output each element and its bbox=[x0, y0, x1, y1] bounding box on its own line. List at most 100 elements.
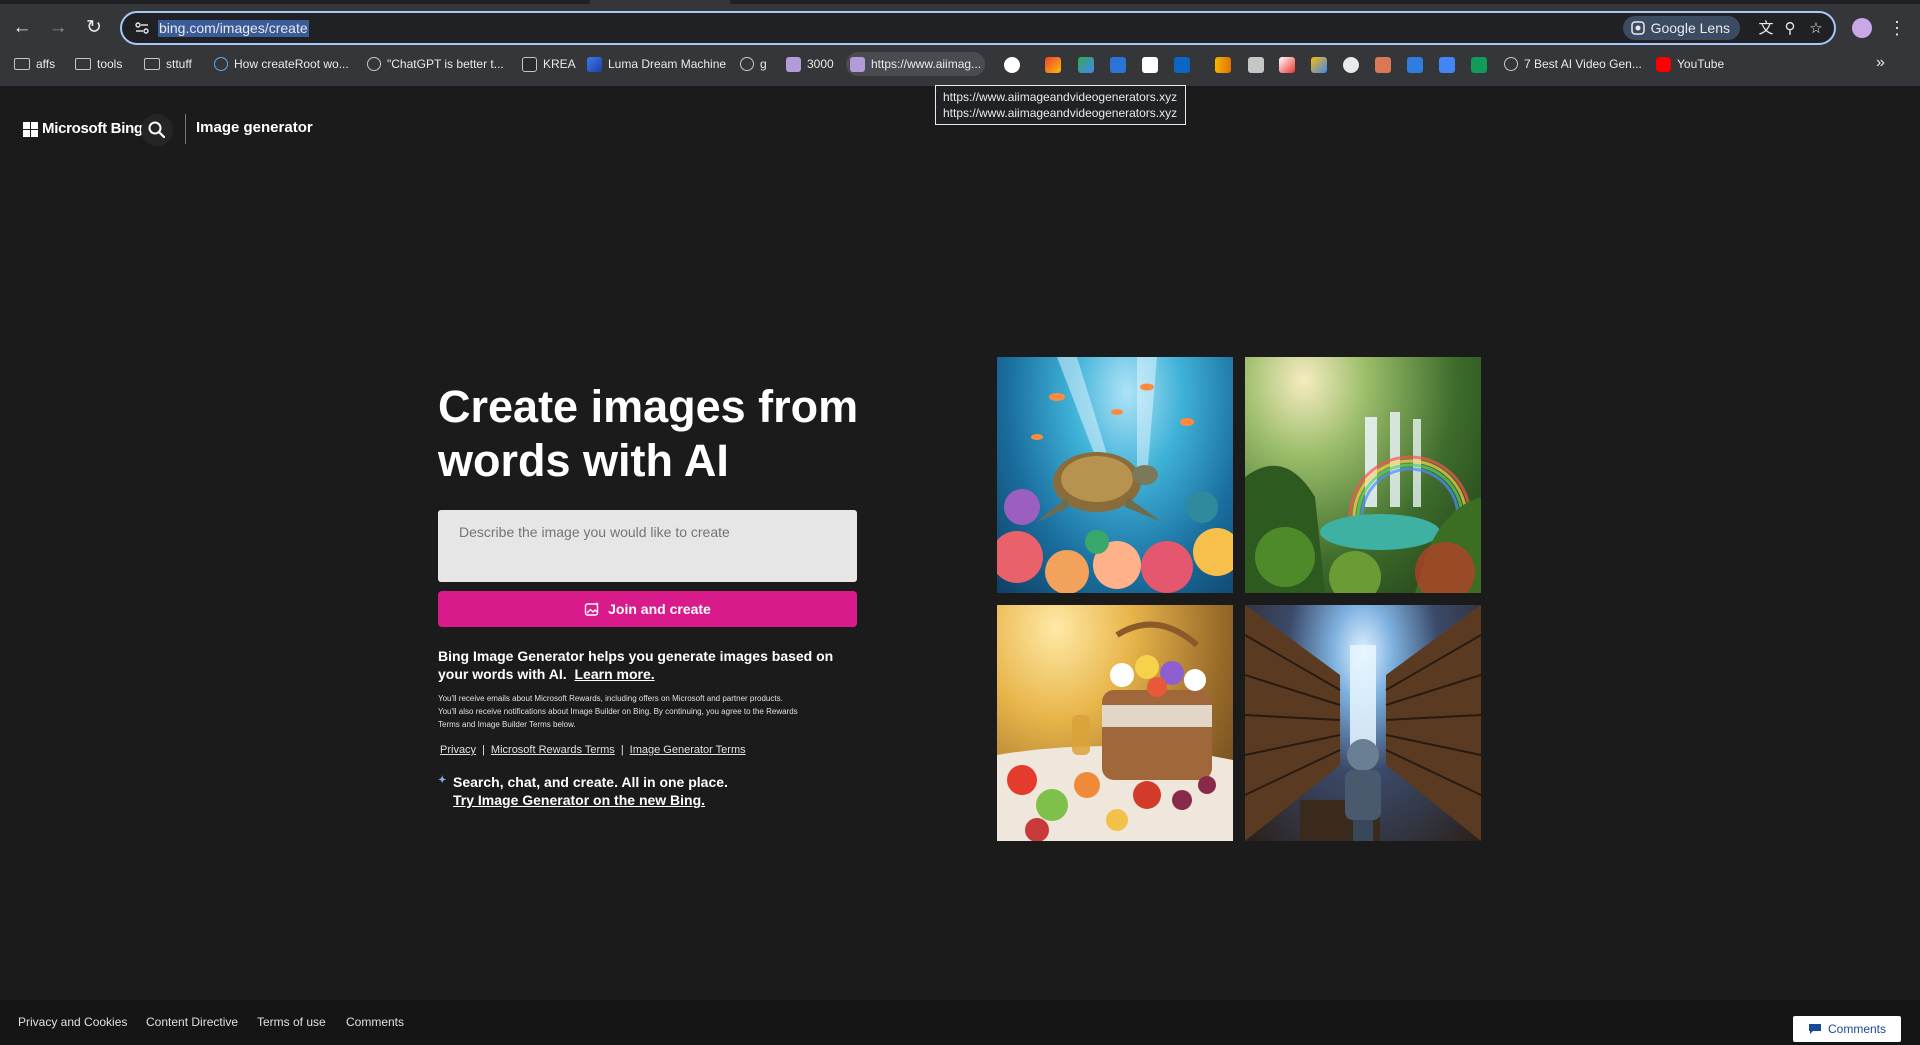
bookmark-3000[interactable]: 3000 bbox=[782, 52, 838, 76]
section-title[interactable]: Image generator bbox=[196, 119, 313, 136]
krea-icon bbox=[522, 56, 537, 72]
tab-strip bbox=[0, 0, 1920, 4]
try-new-bing-link[interactable]: Try Image Generator on the new Bing. bbox=[453, 791, 728, 809]
search-button[interactable] bbox=[141, 114, 173, 146]
bookmark-star-icon[interactable]: ☆ bbox=[1806, 19, 1826, 39]
bookmark-krea[interactable]: KREA bbox=[518, 52, 580, 76]
folder-icon bbox=[14, 58, 30, 70]
try-new-bing: ✦ Search, chat, and create. All in one p… bbox=[438, 773, 728, 809]
tooltip-line: https://www.aiimageandvideogenerators.xy… bbox=[943, 90, 1178, 104]
sample-image-waterfall-rainbow[interactable] bbox=[1245, 357, 1481, 593]
bookmark-label: YouTube bbox=[1677, 57, 1725, 71]
bookmark-youtube[interactable]: YouTube bbox=[1652, 52, 1728, 76]
microsoft-logo-icon[interactable] bbox=[23, 122, 38, 137]
prompt-input[interactable] bbox=[438, 510, 857, 582]
drive-icon[interactable] bbox=[1078, 57, 1094, 73]
sample-image-robot-library[interactable] bbox=[1245, 605, 1481, 841]
ads-icon[interactable] bbox=[1311, 57, 1327, 73]
bookmark-label: tools bbox=[97, 57, 123, 71]
lens-icon bbox=[1630, 21, 1645, 35]
luma-icon bbox=[587, 56, 602, 72]
zoom-icon[interactable]: ⚲ bbox=[1780, 19, 1800, 39]
link-separator: | bbox=[620, 744, 624, 756]
react-icon bbox=[214, 57, 228, 71]
bookmark-chatgpt[interactable]: "ChatGPT is better t... bbox=[363, 52, 508, 76]
bookmark-folder-sttuff[interactable]: sttuff bbox=[140, 52, 196, 76]
bookmark-label: KREA bbox=[543, 57, 576, 71]
rewards-fineprint: You'll receive emails about Microsoft Re… bbox=[438, 694, 798, 729]
bookmark-folder-affs[interactable]: affs bbox=[10, 52, 59, 76]
brand-name[interactable]: Microsoft Bing bbox=[42, 120, 143, 137]
footer-terms-link[interactable]: Terms of use bbox=[257, 1015, 326, 1029]
linkedin-icon[interactable] bbox=[1174, 57, 1190, 73]
sparkle-icon: ✦ bbox=[438, 775, 447, 786]
page-icon bbox=[786, 56, 801, 72]
claude-icon[interactable] bbox=[1375, 57, 1391, 73]
footer-comments-link[interactable]: Comments bbox=[346, 1015, 404, 1029]
address-bar[interactable]: bing.com/images/create Google Lens 文 ⚲ ☆ bbox=[120, 11, 1836, 45]
translate-icon[interactable]: 文 bbox=[1756, 19, 1776, 39]
folder-icon bbox=[144, 58, 160, 70]
legal-links: Privacy | Microsoft Rewards Terms | Imag… bbox=[440, 744, 746, 756]
bookmark-label: sttuff bbox=[166, 57, 192, 71]
bookmark-7-best-ai[interactable]: 7 Best AI Video Gen... bbox=[1500, 52, 1646, 76]
page-icon bbox=[850, 56, 865, 72]
google-lens-button[interactable]: Google Lens bbox=[1622, 16, 1740, 40]
folder-icon bbox=[75, 58, 91, 70]
bookmark-label: g bbox=[760, 57, 767, 71]
bookmark-tooltip: https://www.aiimageandvideogenerators.xy… bbox=[935, 85, 1186, 125]
description: Bing Image Generator helps you generate … bbox=[438, 647, 858, 683]
feedback-comments-button[interactable]: Comments bbox=[1793, 1016, 1901, 1042]
google-icon[interactable] bbox=[1004, 57, 1020, 73]
privacy-link[interactable]: Privacy bbox=[440, 744, 476, 756]
image-tool-icon[interactable] bbox=[1279, 57, 1295, 73]
browser-chrome: ← → ↻ bing.com/images/create Google Lens… bbox=[0, 0, 1920, 86]
sample-image-sea-turtle[interactable] bbox=[997, 357, 1233, 593]
profile-avatar[interactable] bbox=[1852, 18, 1872, 38]
learn-more-link[interactable]: Learn more. bbox=[575, 666, 655, 682]
bookmark-label: 3000 bbox=[807, 57, 834, 71]
x-icon[interactable] bbox=[1142, 57, 1158, 73]
footer-privacy-link[interactable]: Privacy and Cookies bbox=[18, 1015, 127, 1029]
analytics-icon[interactable] bbox=[1215, 57, 1231, 73]
bookmark-label: Luma Dream Machine bbox=[608, 57, 727, 71]
bookmark-aiimag[interactable]: https://www.aiimag... bbox=[846, 52, 986, 76]
bookmark-luma[interactable]: Luma Dream Machine bbox=[583, 52, 730, 76]
footer-content-directive-link[interactable]: Content Directive bbox=[146, 1015, 238, 1029]
back-icon[interactable]: ← bbox=[10, 16, 34, 40]
bing-icon[interactable] bbox=[1110, 57, 1126, 73]
bookmarks-overflow-icon[interactable]: » bbox=[1876, 54, 1885, 72]
join-and-create-button[interactable]: Join and create bbox=[438, 591, 857, 627]
active-tab[interactable] bbox=[590, 0, 730, 4]
image-generator-terms-link[interactable]: Image Generator Terms bbox=[630, 744, 746, 756]
bookmark-createroot[interactable]: How createRoot wo... bbox=[210, 52, 353, 76]
comments-button-label: Comments bbox=[1827, 1022, 1886, 1036]
url-text[interactable]: bing.com/images/create bbox=[158, 20, 309, 37]
header-divider bbox=[185, 114, 186, 144]
bluesky-icon[interactable] bbox=[1407, 57, 1423, 73]
rewards-terms-link[interactable]: Microsoft Rewards Terms bbox=[491, 744, 615, 756]
hero-title: Create images from words with AI bbox=[438, 381, 859, 486]
image-create-icon bbox=[584, 602, 600, 616]
bookmark-label: How createRoot wo... bbox=[234, 57, 349, 71]
gmail-icon[interactable] bbox=[1045, 57, 1061, 73]
join-button-label: Join and create bbox=[608, 601, 711, 617]
sample-image-picnic-basket[interactable] bbox=[997, 605, 1233, 841]
bookmark-label: affs bbox=[36, 57, 56, 71]
site-info-icon[interactable] bbox=[134, 20, 150, 36]
sheets-icon[interactable] bbox=[1471, 57, 1487, 73]
docs-icon[interactable] bbox=[1439, 57, 1455, 73]
openai-icon[interactable] bbox=[1343, 57, 1359, 73]
try-new-heading: Search, chat, and create. All in one pla… bbox=[453, 774, 728, 790]
bookmark-label: 7 Best AI Video Gen... bbox=[1524, 57, 1642, 71]
reload-icon[interactable]: ↻ bbox=[82, 16, 106, 40]
youtube-icon bbox=[1656, 56, 1671, 72]
search-icon bbox=[148, 121, 166, 139]
google-lens-label: Google Lens bbox=[1650, 20, 1730, 36]
browser-menu-icon[interactable]: ⋮ bbox=[1888, 16, 1906, 40]
globe-icon bbox=[740, 57, 754, 71]
bookmark-folder-tools[interactable]: tools bbox=[71, 52, 126, 76]
car-icon[interactable] bbox=[1248, 57, 1264, 73]
forward-icon[interactable]: → bbox=[46, 16, 70, 40]
bookmark-g[interactable]: g bbox=[736, 52, 771, 76]
